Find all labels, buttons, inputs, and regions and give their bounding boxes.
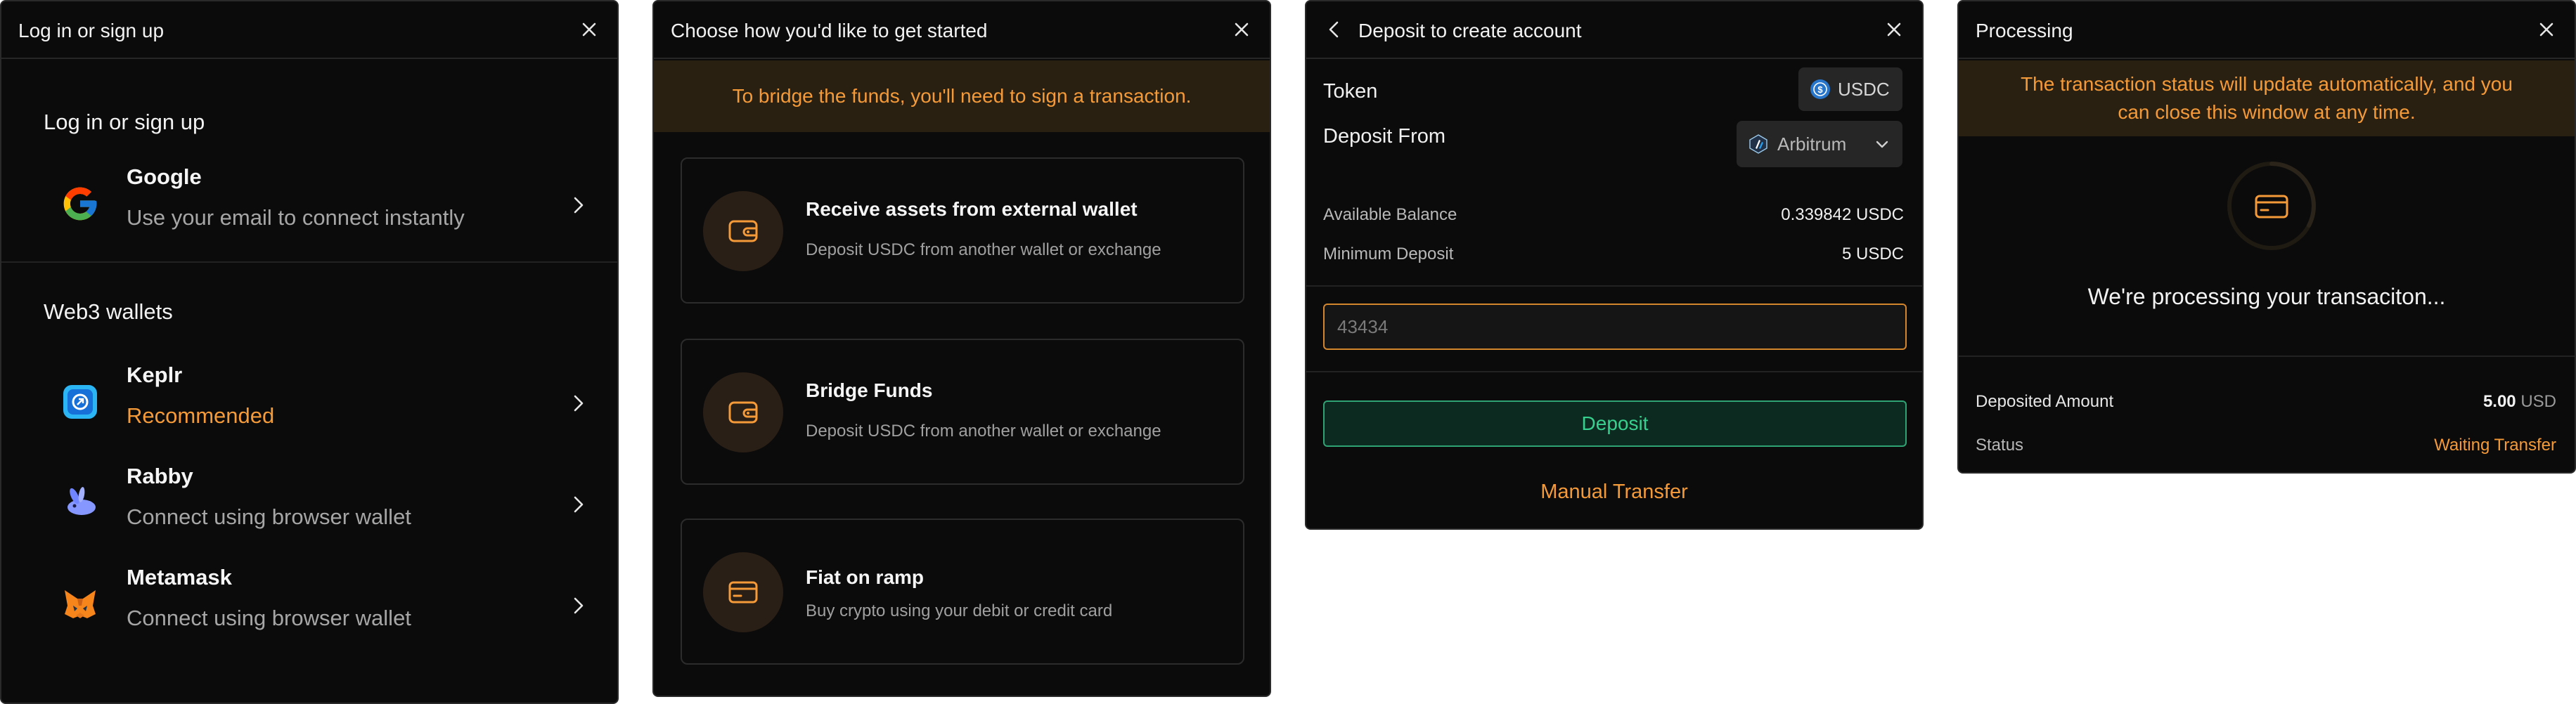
rabby-icon <box>67 487 96 515</box>
info-banner: The transaction status will update autom… <box>1959 60 2575 136</box>
metamask-description: Connect using browser wallet <box>127 606 411 630</box>
get-started-dialog: Choose how you'd like to get started To … <box>652 0 1271 697</box>
dialog-title: Deposit to create account <box>1358 20 1582 41</box>
section-divider <box>1306 371 1922 372</box>
wallet-icon <box>728 401 758 424</box>
status-label: Status <box>1976 436 2024 455</box>
network-dropdown[interactable]: Arbitrum <box>1737 121 1902 167</box>
icon-badge <box>703 191 783 271</box>
deposit-from-label: Deposit From <box>1323 125 1446 148</box>
section-divider <box>1306 285 1922 287</box>
info-banner: To bridge the funds, you'll need to sign… <box>654 60 1270 132</box>
available-balance-value: 0.339842 USDC <box>1781 205 1904 224</box>
option-fiat-on-ramp[interactable]: Fiat on ramp Buy crypto using your debit… <box>681 519 1244 665</box>
dialog-header: Processing <box>1959 1 2575 59</box>
processing-message: We're processing your transaciton... <box>2087 284 2446 309</box>
deposited-amount: 5.00 USD <box>2483 392 2556 412</box>
chevron-right-icon <box>574 496 584 513</box>
rabby-wallet-option[interactable]: Rabby Connect using browser wallet <box>1 459 617 551</box>
close-icon[interactable] <box>1881 17 1907 42</box>
option-title: Bridge Funds <box>806 379 933 401</box>
option-description: Deposit USDC from another wallet or exch… <box>806 240 1161 259</box>
login-section-title: Log in or sign up <box>44 110 205 134</box>
google-icon <box>63 187 97 221</box>
token-value: USDC <box>1838 79 1890 100</box>
recommended-badge: Recommended <box>127 403 275 428</box>
banner-line-2: can close this window at any time. <box>2118 101 2416 123</box>
close-icon[interactable] <box>577 17 602 42</box>
chevron-right-icon <box>574 597 584 614</box>
token-selector[interactable]: $ USDC <box>1798 67 1902 111</box>
chevron-right-icon <box>574 395 584 412</box>
option-title: Receive assets from external wallet <box>806 198 1138 220</box>
usdc-icon: $ <box>1810 79 1830 99</box>
option-description: Buy crypto using your debit or credit ca… <box>806 601 1113 620</box>
network-value: Arbitrum <box>1777 133 1847 155</box>
minimum-deposit-value: 5 USDC <box>1841 245 1904 263</box>
processing-dialog: Processing The transaction status will u… <box>1957 0 2576 474</box>
metamask-wallet-option[interactable]: Metamask Connect using browser wallet <box>1 561 617 652</box>
svg-text:$: $ <box>1817 84 1823 95</box>
arbitrum-icon <box>1749 134 1767 154</box>
minimum-deposit-label: Minimum Deposit <box>1323 245 1454 263</box>
keplr-label: Keplr <box>127 363 183 387</box>
close-icon[interactable] <box>1229 17 1254 42</box>
dialog-title: Processing <box>1976 20 2073 41</box>
wallet-icon <box>728 220 758 242</box>
keplr-icon <box>63 385 97 419</box>
deposit-button[interactable]: Deposit <box>1323 400 1907 447</box>
icon-badge <box>703 372 783 452</box>
option-receive-external[interactable]: Receive assets from external wallet Depo… <box>681 157 1244 304</box>
deposited-amount-unit: USD <box>2520 392 2556 411</box>
dialog-title: Choose how you'd like to get started <box>671 20 988 41</box>
metamask-icon <box>65 590 96 618</box>
google-label: Google <box>127 164 202 189</box>
deposit-dialog: Deposit to create account Token $ USDC D… <box>1305 0 1924 530</box>
google-description: Use your email to connect instantly <box>127 205 465 230</box>
web3-section-title: Web3 wallets <box>44 299 173 324</box>
banner-line-1: The transaction status will update autom… <box>2021 73 2513 95</box>
deposited-amount-value: 5.00 <box>2482 392 2516 411</box>
option-bridge-funds[interactable]: Bridge Funds Deposit USDC from another w… <box>681 339 1244 485</box>
section-divider <box>1 261 617 263</box>
login-dialog: Log in or sign up Log in or sign up Goog… <box>0 0 619 704</box>
section-divider <box>1959 356 2575 357</box>
option-title: Fiat on ramp <box>806 566 925 588</box>
available-balance-label: Available Balance <box>1323 205 1457 224</box>
dialog-header: Deposit to create account <box>1306 1 1922 59</box>
metamask-label: Metamask <box>127 565 232 589</box>
status-value: Waiting Transfer <box>2434 436 2556 455</box>
card-icon <box>728 581 758 604</box>
dialog-header: Log in or sign up <box>1 1 617 59</box>
rabby-label: Rabby <box>127 464 193 488</box>
amount-input[interactable] <box>1323 304 1907 350</box>
rabby-description: Connect using browser wallet <box>127 504 411 529</box>
dialog-header: Choose how you'd like to get started <box>654 1 1270 59</box>
token-label: Token <box>1323 80 1378 103</box>
chevron-down-icon <box>1876 141 1888 148</box>
option-description: Deposit USDC from another wallet or exch… <box>806 422 1161 441</box>
deposited-amount-label: Deposited Amount <box>1976 392 2114 411</box>
google-login-option[interactable]: Google Use your email to connect instant… <box>1 160 617 252</box>
dialog-title: Log in or sign up <box>18 20 165 41</box>
keplr-wallet-option[interactable]: Keplr Recommended <box>1 358 617 450</box>
close-icon[interactable] <box>2534 17 2559 42</box>
chevron-right-icon <box>574 197 584 214</box>
loading-spinner-icon <box>2227 162 2316 250</box>
icon-badge <box>703 552 783 632</box>
manual-transfer-link[interactable]: Manual Transfer <box>1306 481 1922 504</box>
back-arrow-icon[interactable] <box>1322 17 1347 42</box>
